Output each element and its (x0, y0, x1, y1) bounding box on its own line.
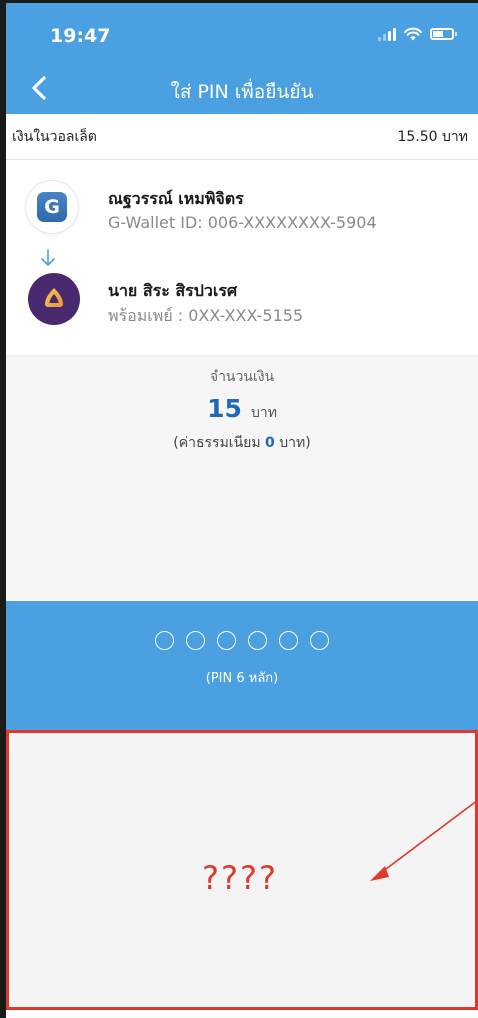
fee-suffix: บาท) (279, 435, 311, 451)
pin-dots (6, 631, 478, 650)
promptpay-logo-icon (28, 273, 80, 325)
amount-value: 15 (207, 394, 242, 423)
pin-entry-area: (PIN 6 หลัก) (6, 601, 478, 741)
battery-icon (430, 28, 457, 40)
pin-dot-5 (279, 631, 298, 650)
signal-icon (378, 27, 396, 41)
fee-line: (ค่าธรรมเนียม 0 บาท) (6, 432, 478, 454)
annotation-arrow-icon (370, 799, 478, 881)
wifi-icon (404, 27, 422, 41)
g-wallet-logo-icon: G (26, 181, 78, 233)
wallet-balance-row: เงินในวอลเล็ต 15.50 บาท (6, 114, 478, 160)
top-bar: 19:47 ใส่ PIN เพื่อยืนยัน (6, 3, 478, 114)
wallet-balance-amount: 15.50 บาท (397, 128, 468, 145)
g-wallet-logo-letter: G (37, 192, 67, 222)
arrow-down-icon (41, 249, 55, 266)
screen: 19:47 ใส่ PIN เพื่อยืนยัน เงินในวอลเล็ต … (0, 0, 478, 1018)
receiver-name: นาย สิระ สิรปวเรศ (108, 281, 238, 300)
pin-dot-4 (248, 631, 267, 650)
amount-label: จำนวนเงิน (209, 369, 275, 385)
receiver-promptpay-id: พร้อมเพย์ : 0XX-XXX-5155 (108, 306, 304, 325)
pin-dot-3 (217, 631, 236, 650)
amount-line: 15 บาท (6, 394, 478, 424)
pin-dot-6 (310, 631, 329, 650)
promptpay-bell-icon (45, 288, 63, 307)
pin-dot-1 (155, 631, 174, 650)
sender-name: ณฐวรรณ์ เหมพิจิตร (108, 189, 244, 208)
amount-unit: บาท (250, 405, 277, 421)
amount-panel: จำนวนเงิน 15 บาท (ค่าธรรมเนียม 0 บาท) (6, 355, 478, 601)
pin-hint: (PIN 6 หลัก) (205, 671, 279, 686)
fee-prefix: (ค่าธรรมเนียม (173, 435, 261, 451)
status-time: 19:47 (50, 25, 111, 47)
sender-wallet-id: G-Wallet ID: 006-XXXXXXXX-5904 (108, 213, 377, 232)
fee-value: 0 (265, 435, 275, 451)
wallet-balance-label: เงินในวอลเล็ต (12, 128, 97, 145)
page-title: ใส่ PIN เพื่อยืนยัน (170, 81, 314, 103)
pin-dot-2 (186, 631, 205, 650)
status-icons (378, 27, 457, 41)
